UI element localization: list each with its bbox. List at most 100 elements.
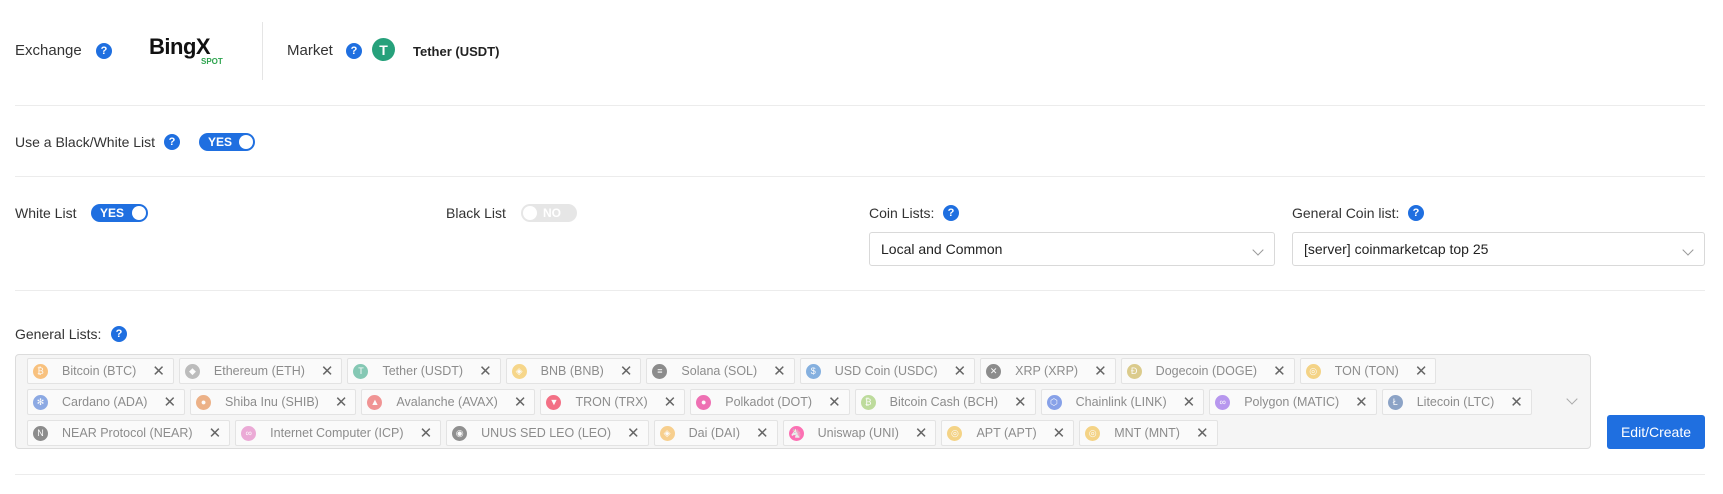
coin-tag-label: Polygon (MATIC): [1244, 395, 1340, 409]
coin-tag-label: Bitcoin (BTC): [62, 364, 137, 378]
tether-icon: T: [372, 38, 395, 61]
coin-tag-label: TRON (TRX): [575, 395, 648, 409]
close-icon[interactable]: ✕: [1273, 364, 1286, 379]
coin-tag-label: Litecoin (LTC): [1416, 395, 1495, 409]
divider-2: [15, 176, 1705, 177]
coin-tag[interactable]: ⬡ Chainlink (LINK) ✕: [1040, 389, 1205, 415]
close-icon[interactable]: ✕: [1415, 364, 1428, 379]
coin-icon: Ł: [1387, 394, 1403, 410]
close-icon[interactable]: ✕: [335, 395, 348, 410]
close-icon[interactable]: ✕: [756, 426, 769, 441]
general-lists-label: General Lists:: [15, 326, 102, 342]
black-list-toggle[interactable]: NO: [521, 204, 577, 222]
coin-tag[interactable]: ✻ Cardano (ADA) ✕: [27, 389, 186, 415]
close-icon[interactable]: ✕: [163, 395, 176, 410]
coin-tag[interactable]: ₿ Bitcoin Cash (BCH) ✕: [854, 389, 1036, 415]
close-icon[interactable]: ✕: [321, 364, 334, 379]
coin-icon: ◈: [659, 425, 675, 441]
coin-icon: ₿: [860, 394, 876, 410]
coin-tag[interactable]: 🦄 Uniswap (UNI) ✕: [782, 420, 937, 446]
coin-tag[interactable]: ◎ TON (TON) ✕: [1299, 358, 1437, 384]
general-coin-list-select[interactable]: [server] coinmarketcap top 25: [1292, 232, 1705, 266]
coin-tag-label: Dogecoin (DOGE): [1155, 364, 1258, 378]
close-icon[interactable]: ✕: [773, 364, 786, 379]
coin-tag[interactable]: ◎ MNT (MNT) ✕: [1079, 420, 1218, 446]
coin-tag[interactable]: ∞ Polygon (MATIC) ✕: [1209, 389, 1377, 415]
close-icon[interactable]: ✕: [627, 426, 640, 441]
coin-tag[interactable]: ▲ Avalanche (AVAX) ✕: [361, 389, 536, 415]
coin-tag[interactable]: ● Shiba Inu (SHIB) ✕: [190, 389, 357, 415]
coin-tag[interactable]: ◈ Dai (DAI) ✕: [653, 420, 778, 446]
coin-tag[interactable]: ✕ XRP (XRP) ✕: [980, 358, 1116, 384]
coin-tag[interactable]: ● Polkadot (DOT) ✕: [690, 389, 850, 415]
general-coin-list-label: General Coin list:: [1292, 205, 1400, 221]
bw-list-toggle[interactable]: YES: [199, 133, 255, 151]
market-help-icon[interactable]: ?: [346, 43, 362, 59]
coin-icon: ✻: [33, 394, 48, 410]
bw-list-help-icon[interactable]: ?: [164, 134, 180, 150]
coin-tag-label: Tether (USDT): [382, 364, 464, 378]
close-icon[interactable]: ✕: [479, 364, 492, 379]
coin-tag[interactable]: ◉ UNUS SED LEO (LEO) ✕: [446, 420, 649, 446]
coin-tag[interactable]: ≡ Solana (SOL) ✕: [646, 358, 795, 384]
close-icon[interactable]: ✕: [1094, 364, 1107, 379]
general-lists-multiselect[interactable]: ₿ Bitcoin (BTC) ✕ ◆ Ethereum (ETH) ✕ T Tether (…: [15, 354, 1591, 449]
close-icon[interactable]: ✕: [152, 364, 165, 379]
coin-tag[interactable]: ▼ TRON (TRX) ✕: [540, 389, 686, 415]
coin-tag[interactable]: Ð Dogecoin (DOGE) ✕: [1120, 358, 1295, 384]
general-lists-help-icon[interactable]: ?: [111, 326, 127, 342]
white-list-toggle[interactable]: YES: [91, 204, 148, 222]
toggle-knob: [132, 206, 146, 220]
close-icon[interactable]: ✕: [664, 395, 677, 410]
coin-lists-help-icon[interactable]: ?: [943, 205, 959, 221]
coin-tag-label: Solana (SOL): [681, 364, 758, 378]
close-icon[interactable]: ✕: [954, 364, 967, 379]
coin-tag[interactable]: T Tether (USDT) ✕: [347, 358, 501, 384]
coin-lists-select[interactable]: Local and Common: [869, 232, 1275, 266]
coin-tag-label: Bitcoin Cash (BCH): [889, 395, 999, 409]
bw-list-label: Use a Black/White List: [15, 134, 156, 150]
coin-icon: T: [353, 363, 369, 379]
close-icon[interactable]: ✕: [1510, 395, 1523, 410]
coin-icon: ◈: [511, 363, 527, 379]
tag-row-2: ✻ Cardano (ADA) ✕ ● Shiba Inu (SHIB) ✕ ▲ Avalan…: [27, 389, 1532, 415]
chevron-down-icon[interactable]: [1566, 393, 1578, 405]
coin-tag[interactable]: Ł Litecoin (LTC) ✕: [1381, 389, 1532, 415]
coin-icon: N: [33, 425, 48, 441]
white-list-label: White List: [15, 205, 77, 221]
exchange-help-icon[interactable]: ?: [96, 43, 112, 59]
coin-tag-label: NEAR Protocol (NEAR): [62, 426, 193, 440]
edit-create-button[interactable]: Edit/Create: [1607, 415, 1705, 449]
coin-icon: ◎: [1305, 363, 1321, 379]
coin-tag[interactable]: $ USD Coin (USDC) ✕: [799, 358, 976, 384]
coin-icon: 🦄: [788, 425, 804, 441]
close-icon[interactable]: ✕: [1196, 426, 1209, 441]
coin-icon: ∞: [241, 425, 257, 441]
tag-row-1: ₿ Bitcoin (BTC) ✕ ◆ Ethereum (ETH) ✕ T Tether (…: [27, 358, 1437, 384]
coin-icon: ∞: [1215, 394, 1231, 410]
coin-tag[interactable]: N NEAR Protocol (NEAR) ✕: [27, 420, 231, 446]
coin-tag[interactable]: ∞ Internet Computer (ICP) ✕: [235, 420, 442, 446]
close-icon[interactable]: ✕: [1053, 426, 1066, 441]
coin-tag[interactable]: ◈ BNB (BNB) ✕: [505, 358, 642, 384]
coin-tag-label: USD Coin (USDC): [834, 364, 938, 378]
close-icon[interactable]: ✕: [1355, 395, 1368, 410]
close-icon[interactable]: ✕: [209, 426, 222, 441]
coin-tag[interactable]: ◆ Ethereum (ETH) ✕: [178, 358, 343, 384]
close-icon[interactable]: ✕: [828, 395, 841, 410]
coin-tag[interactable]: ₿ Bitcoin (BTC) ✕: [27, 358, 174, 384]
coin-tag[interactable]: ◎ APT (APT) ✕: [941, 420, 1075, 446]
close-icon[interactable]: ✕: [620, 364, 633, 379]
coin-icon: ◎: [1085, 425, 1101, 441]
close-icon[interactable]: ✕: [915, 426, 928, 441]
close-icon[interactable]: ✕: [514, 395, 527, 410]
coin-tag-label: TON (TON): [1334, 364, 1399, 378]
divider-1: [15, 105, 1705, 106]
market-label: Market: [287, 42, 333, 59]
toggle-knob: [239, 135, 253, 149]
coin-tag-label: APT (APT): [976, 426, 1037, 440]
general-coin-list-help-icon[interactable]: ?: [1408, 205, 1424, 221]
close-icon[interactable]: ✕: [420, 426, 433, 441]
close-icon[interactable]: ✕: [1183, 395, 1196, 410]
close-icon[interactable]: ✕: [1014, 395, 1027, 410]
